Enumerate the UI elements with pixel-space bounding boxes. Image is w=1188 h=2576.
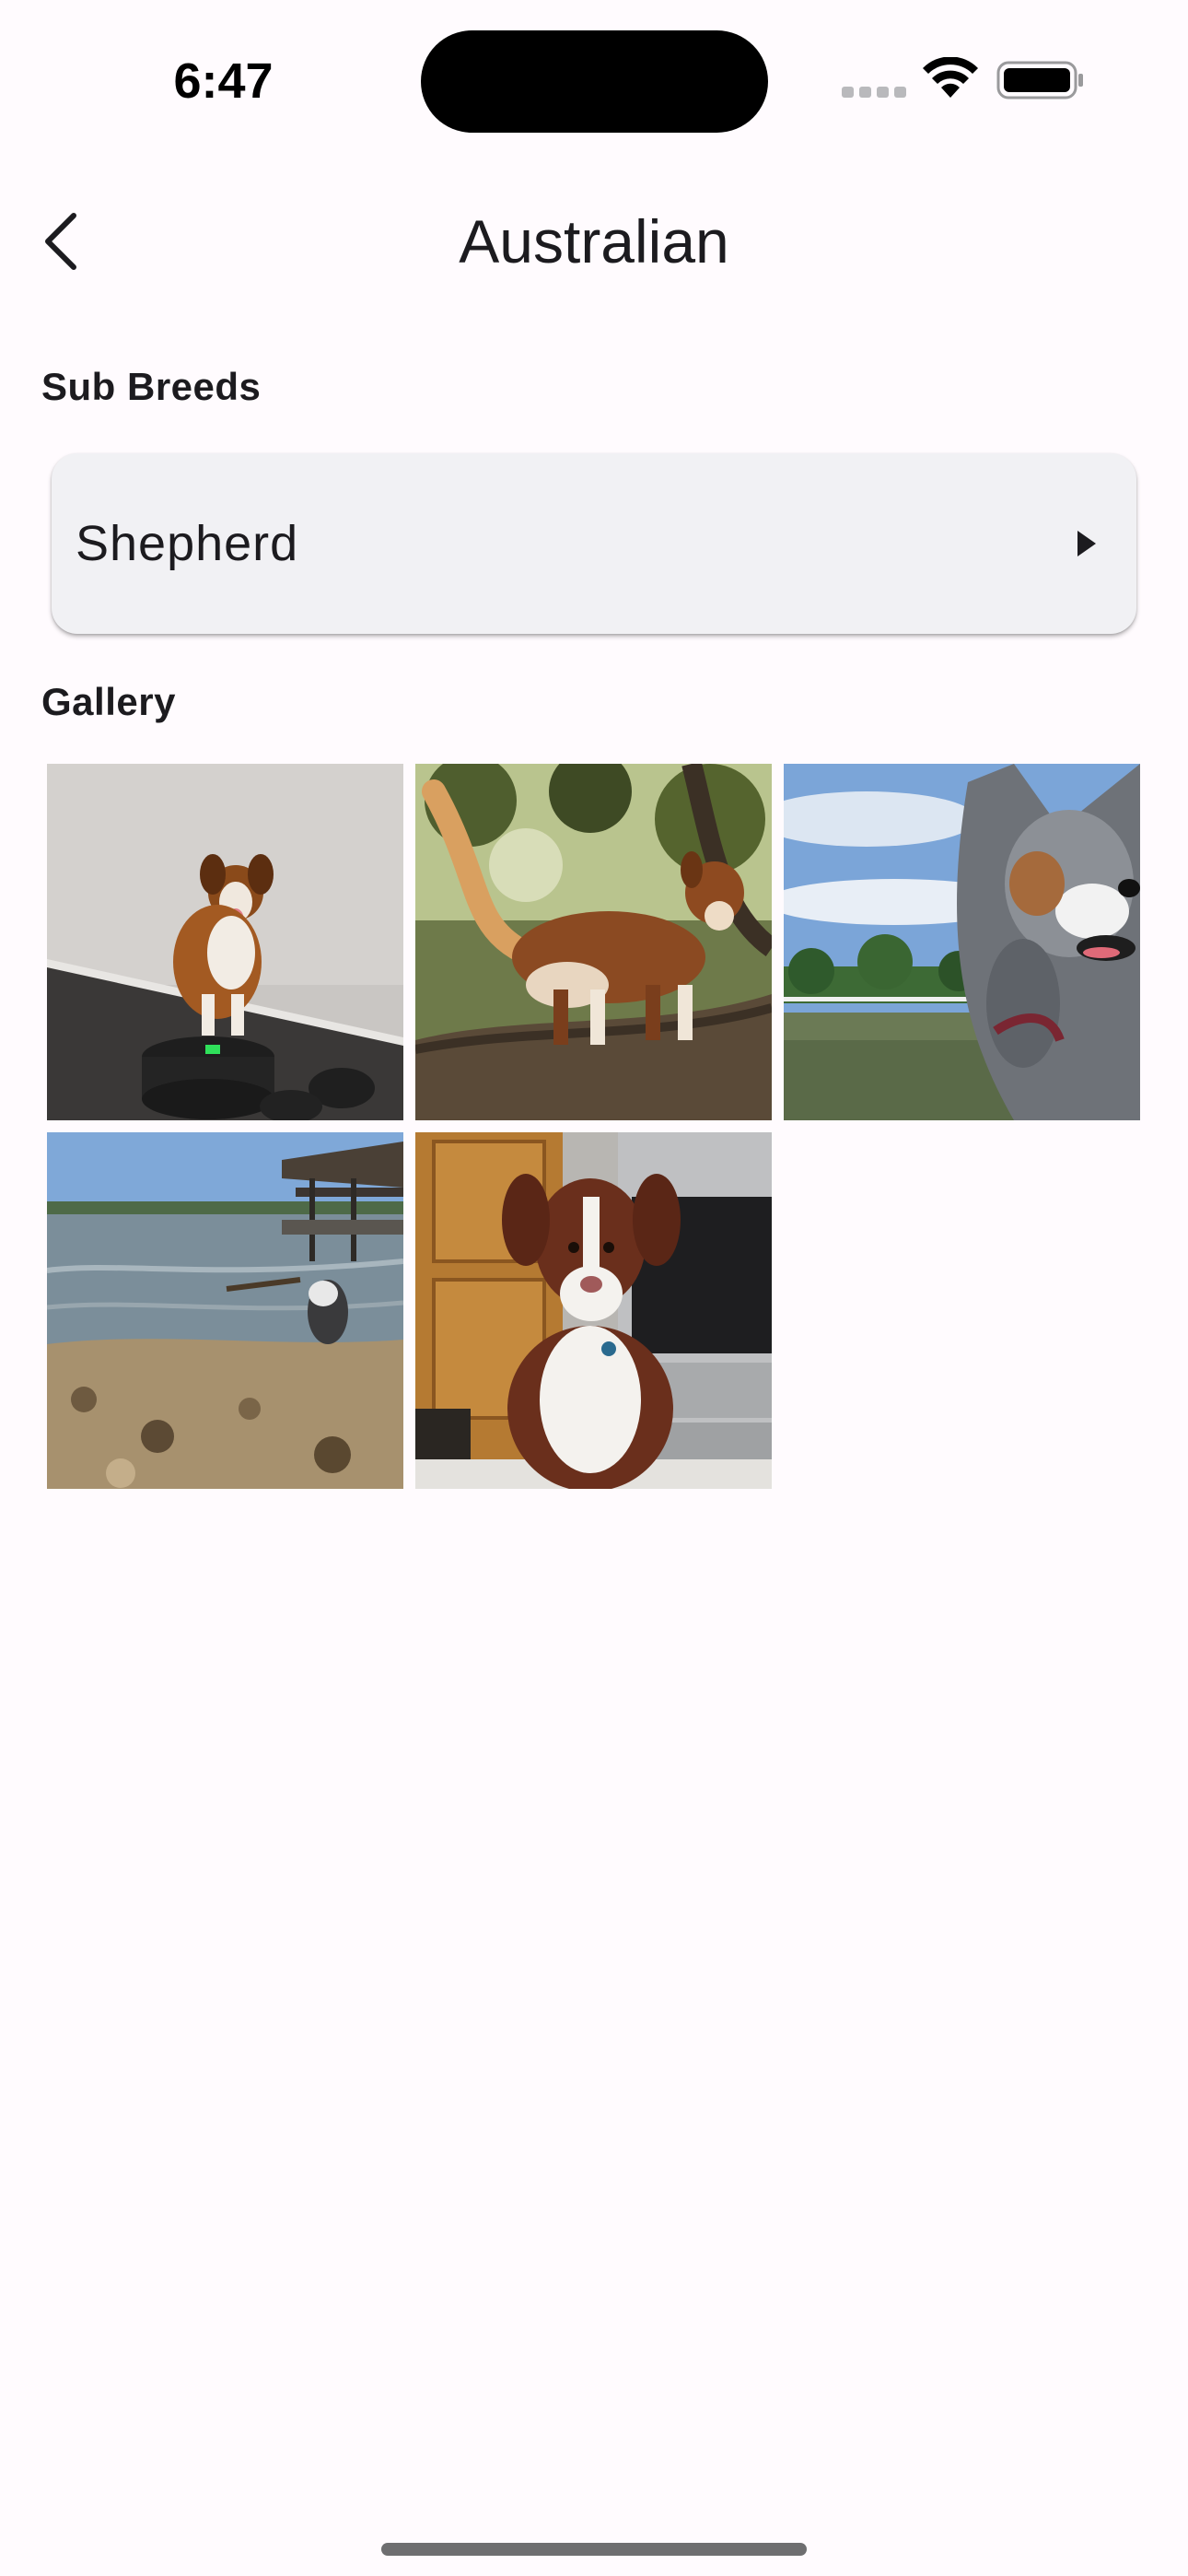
gallery-image-4[interactable] [47, 1132, 403, 1489]
gallery-image-2[interactable] [415, 764, 772, 1120]
dog-on-tree-branch-photo [415, 764, 772, 1120]
dog-sitting-in-kitchen-photo [415, 1132, 772, 1489]
merle-dog-by-lake-photo [784, 764, 1140, 1120]
gallery-heading: Gallery [41, 680, 176, 723]
page-title: Australian [459, 207, 729, 275]
gallery-image-5[interactable] [415, 1132, 772, 1489]
wifi-icon [923, 57, 978, 98]
cellular-dots-icon [842, 87, 906, 98]
arrow-right-icon [1077, 531, 1096, 556]
home-indicator [381, 2543, 807, 2556]
chevron-left-icon [45, 213, 76, 270]
sub-breed-label: Shepherd [76, 516, 299, 571]
gallery-image-1[interactable] [47, 764, 403, 1120]
status-time: 6:47 [173, 53, 274, 109]
dynamic-island [421, 30, 768, 133]
gallery-image-3[interactable] [784, 764, 1140, 1120]
sub-breed-item-shepherd[interactable]: Shepherd [52, 453, 1136, 634]
breed-detail-screen: 6:47 Australian Sub Breeds Shepherd Gall… [0, 0, 1188, 2576]
sub-breeds-heading: Sub Breeds [41, 365, 262, 408]
dog-on-weight-plates-photo [47, 764, 403, 1120]
battery-icon [996, 61, 1083, 100]
dog-in-lake-with-stick-photo [47, 1132, 403, 1489]
back-button[interactable] [22, 193, 99, 289]
